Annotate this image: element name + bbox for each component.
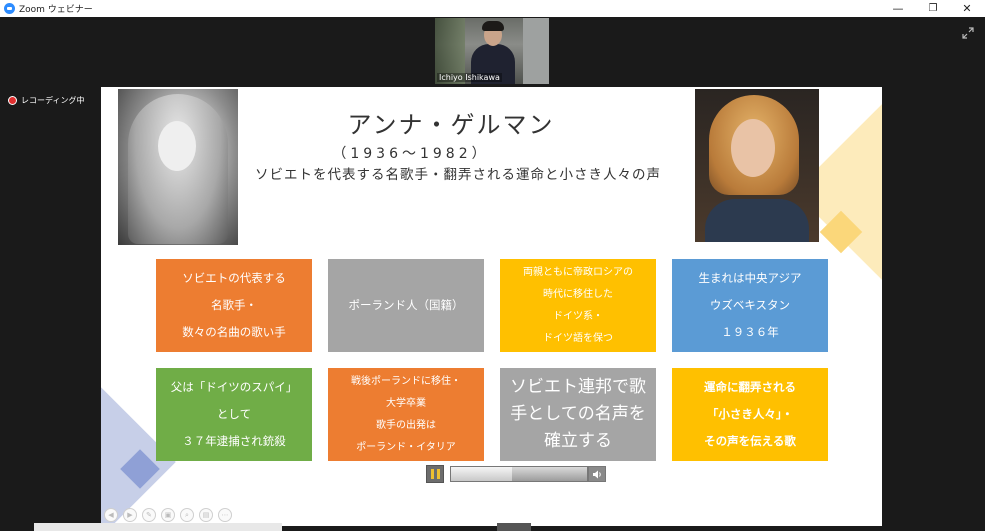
restore-button[interactable]: ❐ [918,0,948,17]
audio-player [426,465,606,483]
volume-icon[interactable] [588,466,606,482]
info-box-3: 両親ともに帝政ロシアの 時代に移住した ドイツ系・ ドイツ語を保つ [500,259,656,352]
pause-icon[interactable] [426,465,444,483]
portrait-photo-left [118,89,238,245]
recording-dot-icon [8,96,17,105]
slide-toolbar: ◀ ▶ ✎ ▣ ⌕ ▤ ⋯ [104,508,237,522]
more-icon[interactable]: ⋯ [218,508,232,522]
zoom-logo-icon [4,3,15,14]
portrait-left-face [158,121,196,171]
portrait-photo-right [695,89,819,242]
slides-icon[interactable]: ▣ [161,508,175,522]
info-box-8: 運命に翻弄される 「小さき人々」・ その声を伝える歌 [672,368,828,461]
shared-slide: アンナ・ゲルマン （1936〜1982） ソビエトを代表する名歌手・翻弄される運… [101,87,882,526]
subtitles-icon[interactable]: ▤ [199,508,213,522]
participant-hair [482,21,504,31]
info-box-6: 戦後ポーランドに移住・ 大学卒業 歌手の出発は ポーランド・イタリア [328,368,484,461]
portrait-right-face [731,119,775,177]
window-titlebar: Zoom ウェビナー — ❐ ✕ [0,0,985,17]
slide-title: アンナ・ゲルマン [347,111,555,139]
participant-video[interactable]: Ichiyo Ishikawa [435,18,549,84]
next-slide-icon[interactable]: ▶ [123,508,137,522]
info-box-2: ポーランド人（国籍） [328,259,484,352]
portrait-right-shirt [705,199,809,242]
meeting-area: Ichiyo Ishikawa レコーディング中 アンナ・ゲルマン （1936〜… [0,17,985,531]
info-box-7: ソビエト連邦で歌 手としての名声を 確立する [500,368,656,461]
recording-label: レコーディング中 [21,96,85,105]
info-box-1: ソビエトの代表する 名歌手・ 数々の名曲の歌い手 [156,259,312,352]
zoom-icon[interactable]: ⌕ [180,508,194,522]
minimize-button[interactable]: — [883,0,913,17]
participant-name: Ichiyo Ishikawa [437,73,502,82]
info-box-5: 父は「ドイツのスパイ」 として ３７年逮捕され銃殺 [156,368,312,461]
close-button[interactable]: ✕ [952,0,982,17]
audio-progress-fill [451,467,513,481]
pen-icon[interactable]: ✎ [142,508,156,522]
recording-indicator[interactable]: レコーディング中 [8,95,84,106]
slide-years: （1936〜1982） [332,146,490,162]
info-box-4: 生まれは中央アジア ウズベキスタン １９３６年 [672,259,828,352]
expand-icon[interactable] [962,27,976,41]
audio-progress-bar[interactable] [450,466,588,482]
taskbar-item [34,523,282,531]
prev-slide-icon[interactable]: ◀ [104,508,118,522]
window-title: Zoom ウェビナー [19,5,93,15]
taskbar-item-2 [497,523,531,531]
slide-subtitle: ソビエトを代表する名歌手・翻弄される運命と小さき人々の声 [255,167,661,183]
video-background-window [523,18,549,84]
